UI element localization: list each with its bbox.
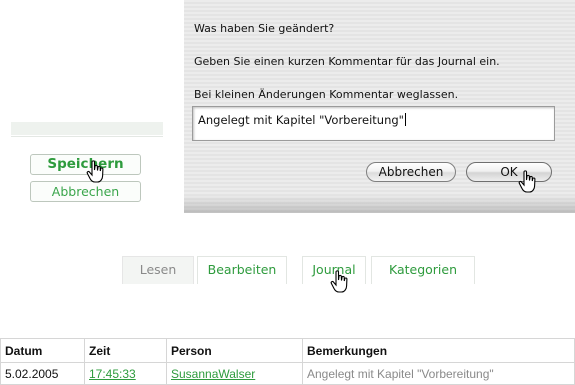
- cell-person: SusannaWalser: [166, 362, 303, 385]
- person-link[interactable]: SusannaWalser: [171, 367, 255, 381]
- cancel-button[interactable]: Abbrechen: [30, 181, 141, 202]
- form-toolbar-strip: [11, 122, 163, 135]
- column-header-remarks: Bemerkungen: [302, 338, 575, 363]
- comment-input-value: Angelegt mit Kapitel "Vorbereitung": [198, 113, 404, 127]
- column-header-date: Datum: [0, 338, 85, 363]
- text-caret: [404, 113, 406, 126]
- dialog-cancel-button[interactable]: Abbrechen: [366, 162, 456, 182]
- tab-lesen[interactable]: Lesen: [122, 256, 194, 284]
- dialog-question: Was haben Sie geändert?: [194, 22, 335, 35]
- table-header-row: Datum Zeit Person Bemerkungen: [0, 338, 575, 363]
- cell-time: 17:45:33: [84, 362, 167, 385]
- dialog-hint: Bei kleinen Änderungen Kommentar weglass…: [194, 88, 459, 101]
- hand-pointer-cursor-icon: [86, 160, 104, 183]
- hand-pointer-cursor-icon: [518, 170, 536, 193]
- dialog-shadow: [184, 195, 575, 213]
- dialog-instruction: Geben Sie einen kurzen Kommentar für das…: [194, 55, 500, 68]
- tab-kategorien[interactable]: Kategorien: [371, 256, 475, 284]
- column-header-time: Zeit: [84, 338, 167, 363]
- cell-date: 5.02.2005: [0, 362, 85, 385]
- form-divider: [11, 136, 163, 137]
- comment-input[interactable]: Angelegt mit Kapitel "Vorbereitung": [192, 106, 555, 141]
- time-link[interactable]: 17:45:33: [89, 367, 136, 381]
- column-header-person: Person: [166, 338, 303, 363]
- journal-table: Datum Zeit Person Bemerkungen 5.02.2005 …: [0, 338, 575, 385]
- dialog-ok-button[interactable]: OK: [466, 162, 552, 182]
- hand-pointer-cursor-icon: [330, 270, 348, 293]
- cell-remark: Angelegt mit Kapitel "Vorbereitung": [302, 362, 575, 385]
- tab-bearbeiten[interactable]: Bearbeiten: [197, 256, 287, 284]
- comment-dialog: Was haben Sie geändert? Geben Sie einen …: [184, 0, 575, 213]
- table-row: 5.02.2005 17:45:33 SusannaWalser Angeleg…: [0, 362, 575, 385]
